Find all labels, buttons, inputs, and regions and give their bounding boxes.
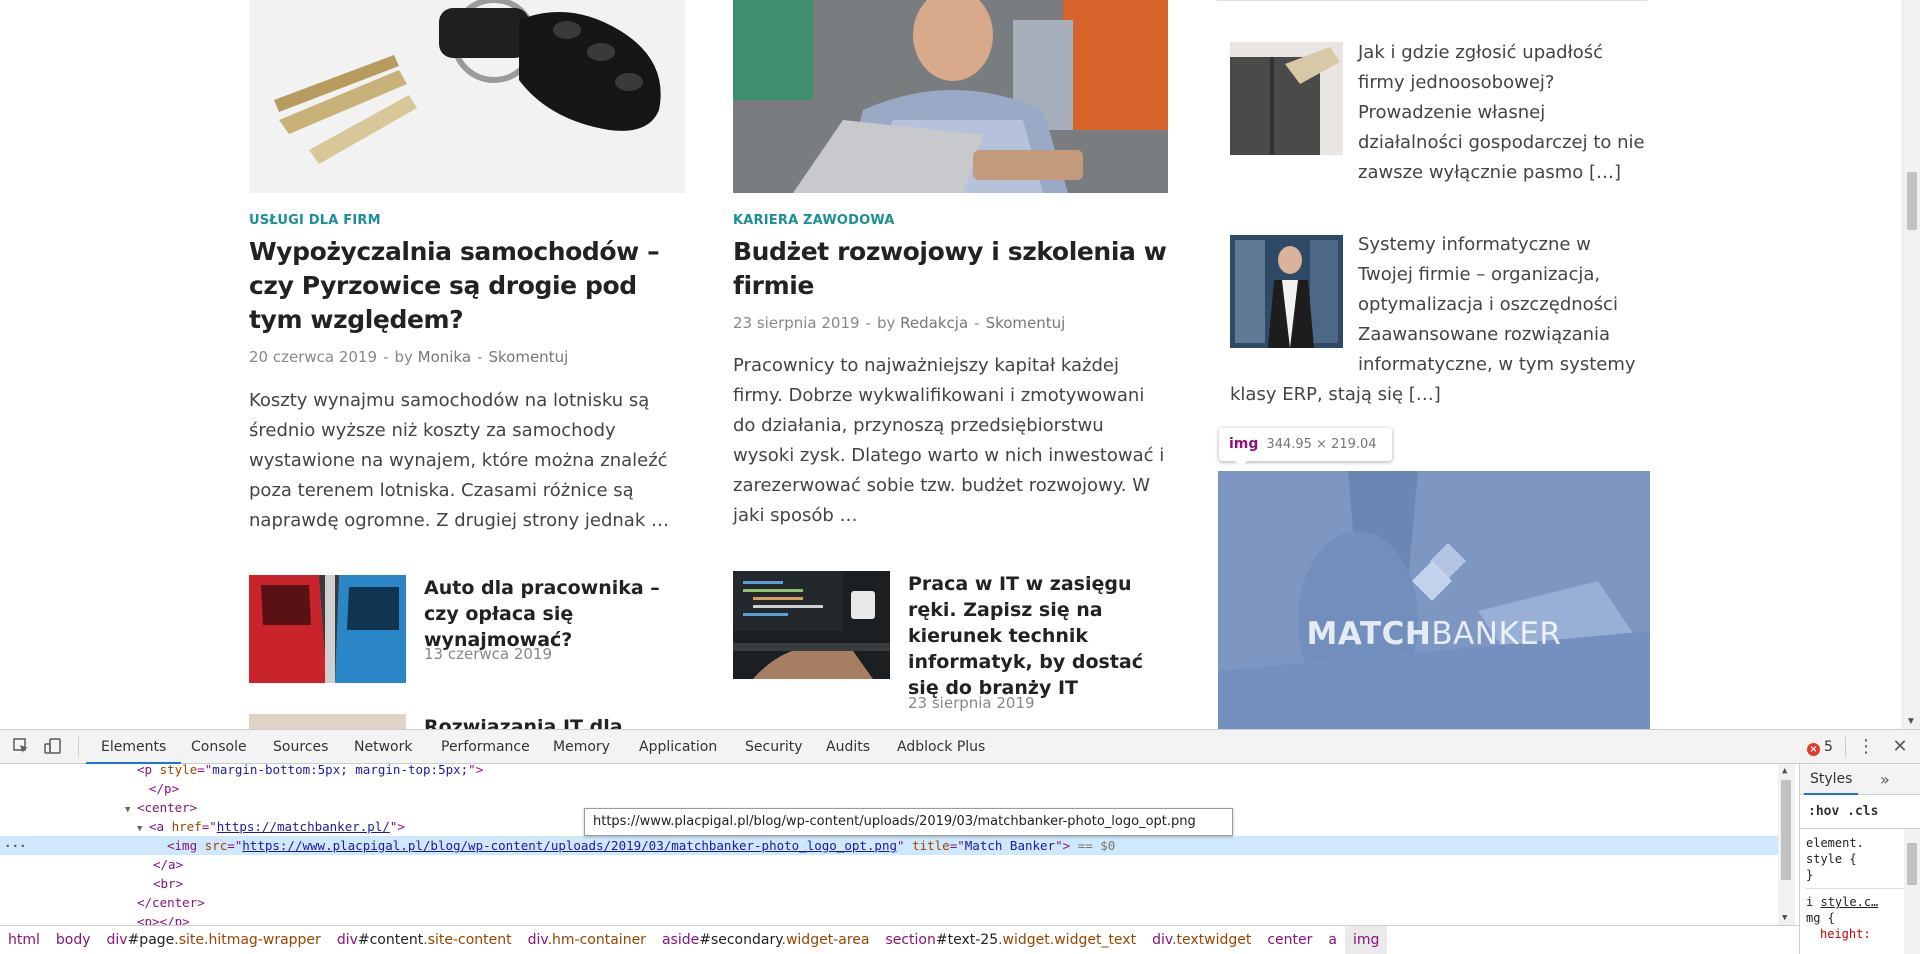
- dom-node[interactable]: <p></p>: [0, 912, 1778, 925]
- stylesheet-link[interactable]: style.c…: [1820, 895, 1878, 909]
- tab-styles[interactable]: Styles: [1803, 764, 1860, 795]
- sidebar-thumbnail-empty-pocket[interactable]: [1230, 42, 1343, 155]
- breadcrumb-item[interactable]: body: [48, 926, 99, 954]
- styles-rules[interactable]: element. style { } i style.c… mg { heigh…: [1800, 829, 1916, 954]
- post-date[interactable]: 20 czerwca 2019: [249, 348, 377, 366]
- post-title[interactable]: Rozwiązania IT dla: [424, 714, 684, 729]
- breadcrumb-item[interactable]: div#content.site-content: [329, 926, 520, 954]
- dom-node[interactable]: </p>: [0, 779, 1778, 798]
- post-comment-link[interactable]: Skomentuj: [488, 348, 568, 366]
- sidebar-thumbnail-server-room[interactable]: [1230, 235, 1343, 348]
- breadcrumb-item[interactable]: section#text-25.widget.widget_text: [877, 926, 1144, 954]
- breadcrumb-item[interactable]: aside#secondary.widget-area: [654, 926, 878, 954]
- post-thumbnail-cars[interactable]: [249, 575, 406, 683]
- post-date[interactable]: 23 sierpnia 2019: [908, 694, 1035, 712]
- car-keys-image: [249, 0, 685, 193]
- matchbanker-banner-image: [1218, 471, 1650, 729]
- post-thumbnail-coding[interactable]: [733, 571, 890, 679]
- scroll-down-arrow-icon[interactable]: ▼: [1906, 717, 1916, 727]
- man-laptop-image: [733, 0, 1168, 193]
- matchbanker-banner[interactable]: MATCHBANKER: [1218, 471, 1650, 729]
- device-toolbar-icon[interactable]: [43, 737, 63, 757]
- scrollbar-thumb[interactable]: [1907, 843, 1917, 885]
- post-category[interactable]: KARIERA ZAWODOWA: [733, 213, 895, 228]
- toolbar-divider: [1845, 737, 1846, 757]
- breadcrumb-item[interactable]: center: [1259, 926, 1320, 954]
- post-author[interactable]: Redakcja: [900, 314, 968, 332]
- post-title[interactable]: Budżet rozwojowy i szkolenia w firmie: [733, 235, 1169, 303]
- dom-node[interactable]: </center>: [0, 893, 1778, 912]
- dom-node[interactable]: <p style="margin-bottom:5px; margin-top:…: [0, 764, 1778, 779]
- dom-node[interactable]: <br>: [0, 874, 1778, 893]
- error-icon: ×: [1807, 743, 1820, 756]
- coding-image: [733, 571, 890, 679]
- styles-tabbar: Styles »: [1800, 764, 1920, 795]
- tab-elements[interactable]: Elements: [85, 730, 182, 764]
- node-actions-icon[interactable]: ···: [4, 836, 27, 855]
- page-viewport[interactable]: USŁUGI DLA FIRM Wypożyczalnia samochodów…: [0, 0, 1920, 729]
- scrollbar-thumb[interactable]: [1907, 172, 1917, 230]
- post-date[interactable]: 23 sierpnia 2019: [733, 314, 860, 332]
- breadcrumb-item[interactable]: div.hm-container: [520, 926, 654, 954]
- post-title[interactable]: Auto dla pracownika – czy opłaca się wyn…: [424, 575, 684, 653]
- breadcrumb-item[interactable]: html: [0, 926, 48, 954]
- dom-breadcrumb: html body div#page.site.hitmag-wrapper div#…: [0, 925, 1799, 954]
- devtools-panel: Elements Console Sources Network Perform…: [0, 729, 1920, 954]
- sidebar-divider: [1217, 0, 1647, 1]
- close-devtools-icon[interactable]: ✕: [1890, 737, 1910, 757]
- styles-filter-toggles[interactable]: :hov .cls: [1800, 795, 1920, 829]
- banner-logo-text: MATCHBANKER: [1306, 616, 1562, 652]
- post-excerpt: Pracownicy to najważniejszy kapitał każd…: [733, 355, 1165, 526]
- post-thumbnail-it[interactable]: [249, 714, 406, 729]
- post-date[interactable]: 13 czerwca 2019: [424, 645, 552, 663]
- tab-network[interactable]: Network: [354, 730, 412, 764]
- tab-memory[interactable]: Memory: [553, 730, 610, 764]
- styles-pane[interactable]: Styles » :hov .cls element. style { } i …: [1799, 764, 1920, 954]
- scroll-up-arrow-icon[interactable]: ▲: [1782, 766, 1787, 776]
- breadcrumb-item[interactable]: div#page.site.hitmag-wrapper: [99, 926, 329, 954]
- empty-pocket-image: [1230, 42, 1343, 155]
- page-scrollbar[interactable]: ▼: [1902, 0, 1920, 729]
- dom-node[interactable]: </a>: [0, 855, 1778, 874]
- post-title[interactable]: Praca w IT w zasięgu ręki. Zapisz się na…: [908, 571, 1153, 701]
- post-category[interactable]: USŁUGI DLA FIRM: [249, 213, 381, 228]
- inspector-element-tooltip: img 344.95 × 219.04: [1219, 428, 1392, 467]
- breadcrumb-item[interactable]: div.textwidget: [1144, 926, 1259, 954]
- server-room-image: [1230, 235, 1343, 348]
- breadcrumb-item[interactable]: a: [1320, 926, 1345, 954]
- scroll-down-arrow-icon[interactable]: ▼: [1782, 913, 1787, 923]
- more-tabs-icon[interactable]: »: [1880, 764, 1890, 795]
- post-thumbnail-man-laptop[interactable]: [733, 0, 1168, 193]
- toolbar-divider: [78, 737, 79, 757]
- tab-performance[interactable]: Performance: [441, 730, 530, 764]
- breadcrumb-item[interactable]: img: [1345, 926, 1388, 954]
- dom-node-selected[interactable]: ··· <img src="https://www.placpigal.pl/b…: [0, 836, 1778, 855]
- more-options-icon[interactable]: ⋮: [1856, 737, 1876, 757]
- post-author[interactable]: Monika: [418, 348, 471, 366]
- dom-src-link[interactable]: https://www.placpigal.pl/blog/wp-content…: [242, 838, 897, 853]
- error-count-badge[interactable]: × 5: [1807, 730, 1833, 764]
- elements-scrollbar[interactable]: ▲ ▼: [1778, 764, 1795, 925]
- post-title[interactable]: Wypożyczalnia samochodów – czy Pyrzowice…: [249, 235, 685, 337]
- post-meta: 23 sierpnia 2019- by Redakcja - Skomentuj: [733, 314, 1066, 332]
- dom-href-link[interactable]: https://matchbanker.pl/: [217, 819, 390, 834]
- tab-console[interactable]: Console: [191, 730, 247, 764]
- post-comment-link[interactable]: Skomentuj: [986, 314, 1066, 332]
- cars-image: [249, 575, 406, 683]
- styles-scrollbar[interactable]: [1904, 829, 1920, 954]
- url-hover-tooltip: https://www.placpigal.pl/blog/wp-content…: [584, 808, 1233, 836]
- tab-audits[interactable]: Audits: [826, 730, 870, 764]
- devtools-toolbar: Elements Console Sources Network Perform…: [0, 730, 1920, 764]
- tab-sources[interactable]: Sources: [273, 730, 328, 764]
- post-excerpt: Koszty wynajmu samochodów na lotnisku są…: [249, 390, 669, 531]
- tab-security[interactable]: Security: [745, 730, 803, 764]
- tab-application[interactable]: Application: [639, 730, 717, 764]
- elements-tree[interactable]: <p style="margin-bottom:5px; margin-top:…: [0, 764, 1795, 925]
- inspect-element-icon[interactable]: [11, 737, 31, 757]
- tab-adblock-plus[interactable]: Adblock Plus: [897, 730, 985, 764]
- scrollbar-thumb[interactable]: [1781, 780, 1791, 880]
- post-meta: 20 czerwca 2019- by Monika - Skomentuj: [249, 348, 569, 366]
- post-thumbnail-car-keys[interactable]: [249, 0, 685, 193]
